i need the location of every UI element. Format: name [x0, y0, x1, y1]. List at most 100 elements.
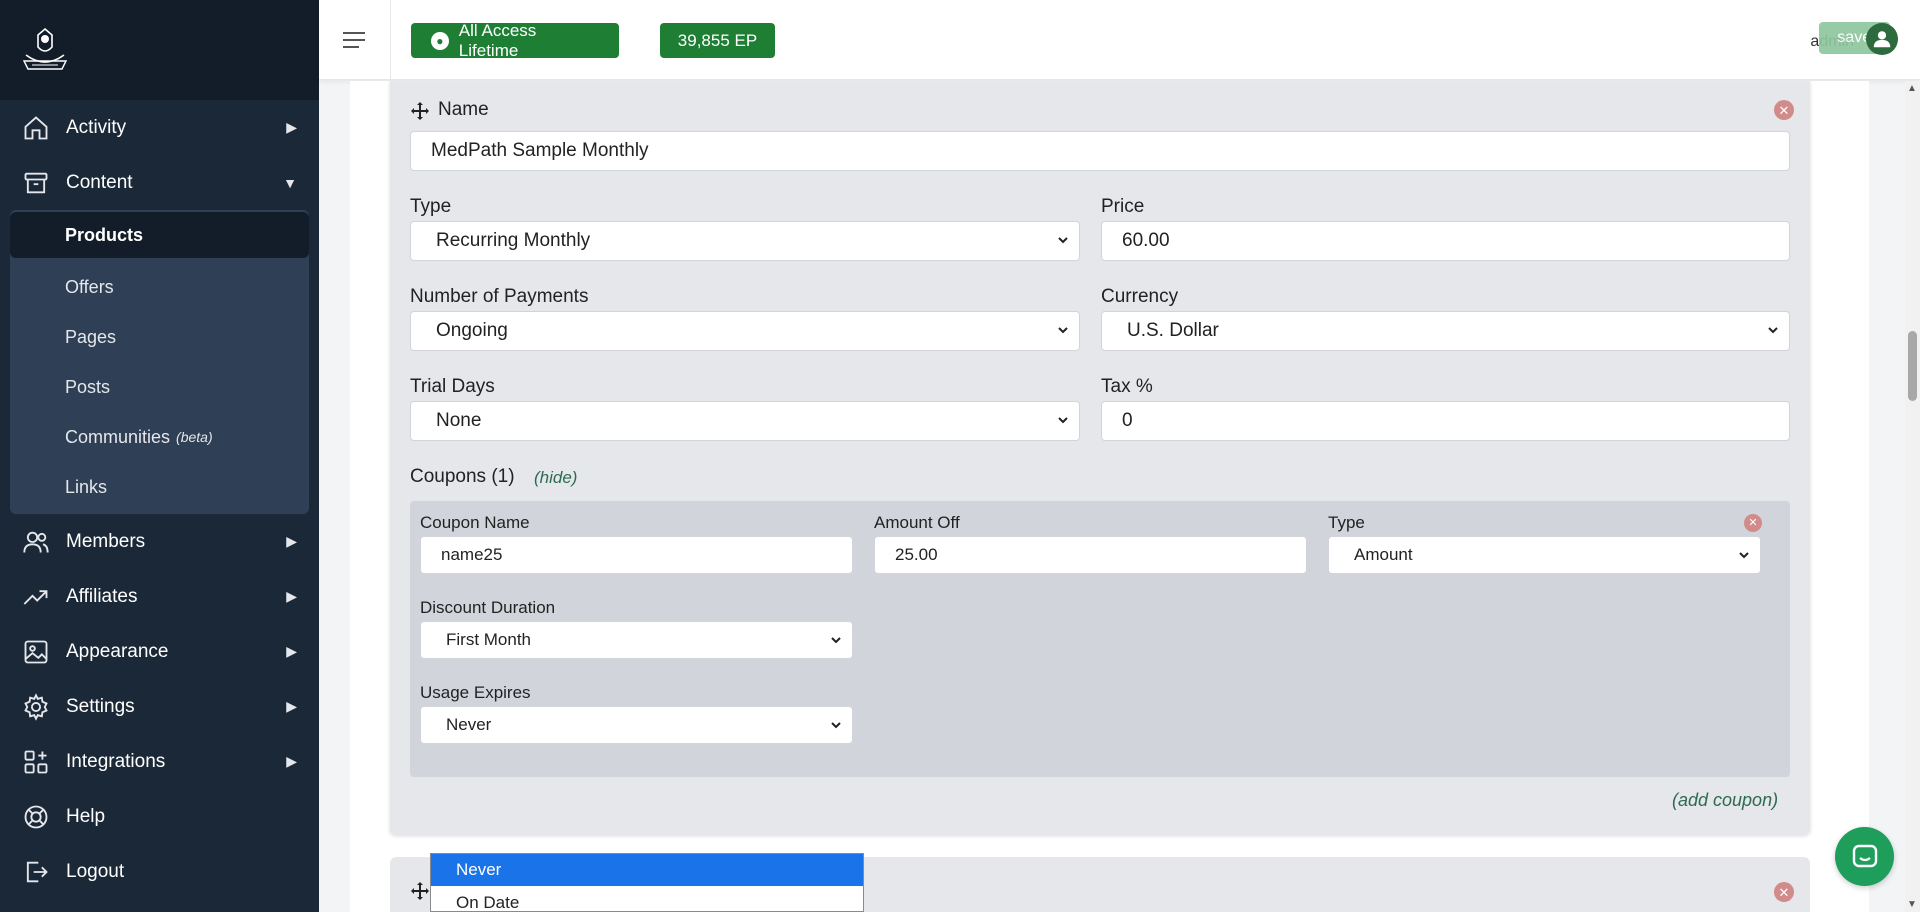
- sidebar-item-affiliates[interactable]: Affiliates ▶: [0, 569, 319, 624]
- chat-icon: [1852, 844, 1877, 867]
- trial-select-value: None: [436, 410, 482, 431]
- sidebar-item-label: Logout: [66, 860, 125, 882]
- sidebar-item-label: Content: [66, 171, 133, 193]
- trial-days-label: Trial Days: [410, 376, 495, 397]
- sidebar-item-content[interactable]: Content ▼: [0, 155, 319, 210]
- amount-off-label: Amount Off: [874, 513, 960, 532]
- remove-product-close-icon[interactable]: ✕: [1774, 882, 1794, 902]
- submenu-item-label: Products: [65, 224, 144, 245]
- users-icon: [23, 531, 49, 553]
- points-badge-label: 39,855 EP: [677, 30, 758, 50]
- sidebar-item-integrations[interactable]: Integrations ▶: [0, 734, 319, 789]
- add-coupon-link[interactable]: (add coupon): [1672, 790, 1778, 811]
- scrollbar-thumb[interactable]: [1908, 331, 1917, 401]
- points-badge[interactable]: 39,855 EP: [660, 23, 775, 58]
- product-name-input[interactable]: MedPath Sample Monthly: [410, 131, 1790, 171]
- chevron-down-icon: [1058, 237, 1068, 244]
- plan-badge[interactable]: ● All Access Lifetime: [411, 20, 619, 60]
- content-submenu: Products Offers Pages Posts Communities (…: [10, 210, 309, 514]
- sidebar-item-appearance[interactable]: Appearance ▶: [0, 624, 319, 679]
- beta-badge: (beta): [176, 429, 213, 445]
- chevron-down-icon: [1768, 327, 1778, 334]
- coupon-box: Coupon Name name25 Amount Off 25.00 Type…: [410, 501, 1790, 777]
- submenu-item-products[interactable]: Products: [10, 212, 309, 258]
- sidebar-item-members[interactable]: Members ▶: [0, 514, 319, 569]
- coupon-name-label: Coupon Name: [420, 513, 530, 532]
- type-label: Type: [410, 196, 452, 217]
- submenu-item-offers[interactable]: Offers: [10, 262, 309, 312]
- usage-expires-label: Usage Expires: [420, 683, 531, 702]
- type-select-value: Recurring Monthly: [436, 230, 591, 251]
- chevron-down-icon: [1058, 417, 1068, 424]
- move-handle-icon[interactable]: [410, 101, 430, 121]
- chevron-down-icon: [1058, 327, 1068, 334]
- submenu-item-label: Offers: [65, 276, 114, 297]
- usage-expires-select[interactable]: Never: [420, 706, 853, 744]
- sidebar-item-settings[interactable]: Settings ▶: [0, 679, 319, 734]
- type-select[interactable]: Recurring Monthly: [410, 221, 1080, 261]
- menu-toggle-button[interactable]: [319, 0, 391, 80]
- avatar[interactable]: [1866, 23, 1898, 55]
- coupons-heading: Coupons (1): [410, 466, 515, 487]
- main-content: Name ✕ MedPath Sample Monthly Type Recur…: [319, 81, 1905, 912]
- sidebar-item-help[interactable]: Help: [0, 789, 319, 844]
- sidebar-item-label: Activity: [66, 116, 127, 138]
- caret-right-icon: ▶: [286, 698, 297, 714]
- trial-days-select[interactable]: None: [410, 401, 1080, 441]
- scroll-up-arrow-icon[interactable]: ▲: [1907, 83, 1917, 94]
- products-panel: Name ✕ MedPath Sample Monthly Type Recur…: [350, 81, 1869, 912]
- accessibility-icon: ●: [431, 31, 449, 50]
- scroll-down-arrow-icon[interactable]: ▼: [1907, 899, 1917, 910]
- currency-select[interactable]: U.S. Dollar: [1101, 311, 1790, 351]
- apps-grid-icon: [24, 750, 48, 773]
- price-input[interactable]: 60.00: [1101, 221, 1790, 261]
- submenu-item-label: Communities: [65, 426, 171, 447]
- submenu-item-communities[interactable]: Communities (beta): [10, 412, 309, 462]
- move-handle-icon[interactable]: [410, 881, 430, 901]
- number-of-payments-select[interactable]: Ongoing: [410, 311, 1080, 351]
- image-icon: [24, 640, 48, 663]
- submenu-item-links[interactable]: Links: [10, 462, 309, 512]
- sidebar-item-label: Integrations: [66, 750, 166, 772]
- sidebar-item-activity[interactable]: Activity ▶: [0, 100, 319, 155]
- coupon-name-input[interactable]: name25: [420, 536, 853, 574]
- dropdown-option-on-date[interactable]: On Date: [431, 886, 863, 912]
- name-label: Name: [438, 99, 489, 120]
- caret-right-icon: ▶: [286, 753, 297, 769]
- sidebar-item-label: Affiliates: [66, 585, 138, 607]
- page-scrollbar[interactable]: ▲ ▼: [1905, 81, 1920, 912]
- tax-input[interactable]: 0: [1101, 401, 1790, 441]
- sidebar-item-label: Members: [66, 530, 146, 552]
- hide-coupons-link[interactable]: (hide): [534, 468, 577, 488]
- usage-expires-value: Never: [446, 715, 492, 734]
- caret-right-icon: ▶: [286, 119, 297, 135]
- amount-off-input[interactable]: 25.00: [874, 536, 1307, 574]
- caret-right-icon: ▶: [286, 533, 297, 549]
- plan-badge-label: All Access Lifetime: [458, 20, 537, 60]
- currency-select-value: U.S. Dollar: [1127, 320, 1219, 341]
- sidebar-item-label: Appearance: [66, 640, 169, 662]
- tax-label: Tax %: [1101, 376, 1153, 397]
- dropdown-option-never[interactable]: Never: [431, 854, 863, 886]
- discount-duration-label: Discount Duration: [420, 598, 556, 617]
- home-icon: [24, 115, 48, 139]
- sidebar-item-logout[interactable]: Logout: [0, 844, 319, 899]
- school-crest-logo[interactable]: [18, 25, 72, 75]
- lifebuoy-icon: [24, 805, 48, 828]
- top-bar: ● All Access Lifetime 39,855 EP admin sa…: [319, 0, 1920, 80]
- submenu-item-posts[interactable]: Posts: [10, 362, 309, 412]
- submenu-item-label: Posts: [65, 376, 111, 397]
- coupon-type-select[interactable]: Amount: [1328, 536, 1761, 574]
- archive-box-icon: [24, 172, 48, 193]
- caret-right-icon: ▶: [286, 588, 297, 604]
- remove-product-close-icon[interactable]: ✕: [1774, 100, 1794, 120]
- chat-button[interactable]: [1835, 827, 1894, 886]
- remove-coupon-close-icon[interactable]: ✕: [1744, 514, 1762, 532]
- submenu-item-label: Pages: [65, 326, 117, 347]
- chevron-down-icon: [1739, 552, 1749, 559]
- gear-icon: [24, 692, 48, 721]
- discount-duration-select[interactable]: First Month: [420, 621, 853, 659]
- chevron-down-icon: [831, 637, 841, 644]
- sidebar-item-label: Settings: [66, 695, 135, 717]
- submenu-item-pages[interactable]: Pages: [10, 312, 309, 362]
